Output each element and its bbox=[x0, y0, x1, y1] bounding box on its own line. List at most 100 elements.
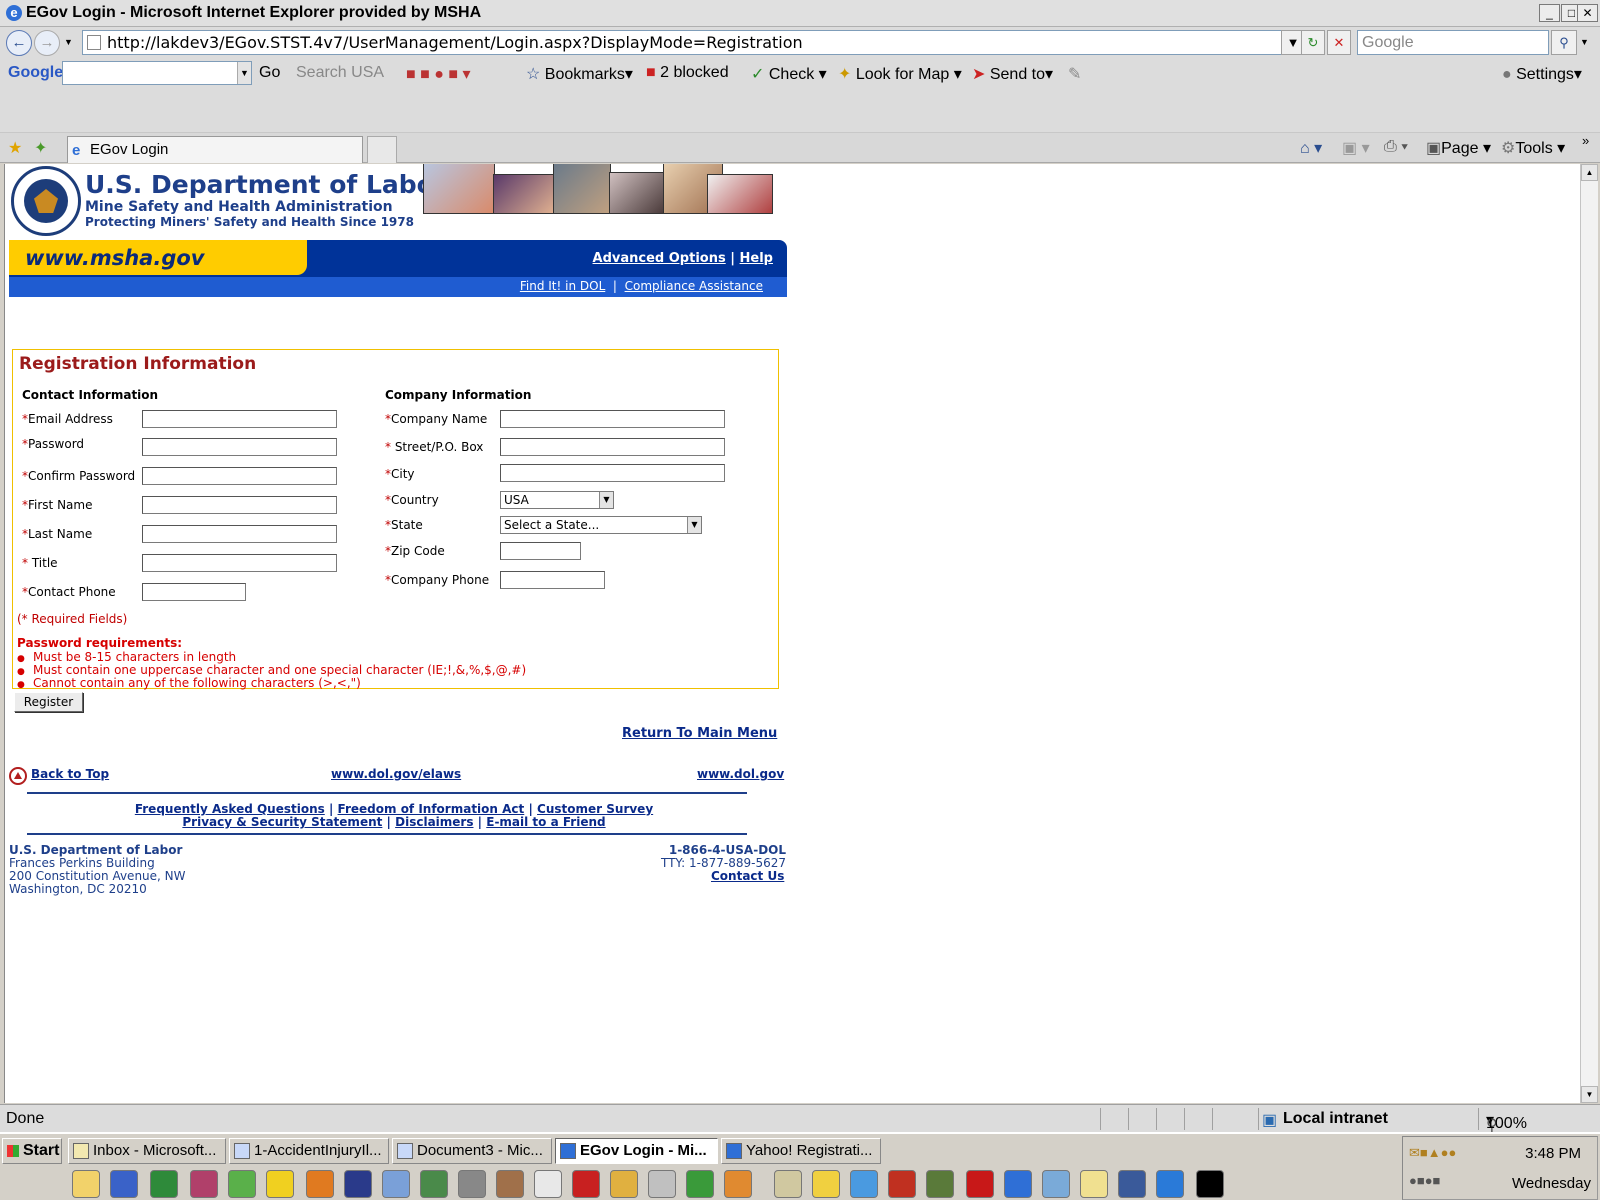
toolbar-icons[interactable]: ■ ■ ● ■ ▾ bbox=[406, 64, 470, 84]
address-input[interactable]: http://lakdev3/EGov.STST.4v7/UserManagem… bbox=[82, 30, 1296, 55]
chevron-down-icon[interactable]: ▼ bbox=[599, 492, 613, 508]
quicklaunch-acrobat-icon[interactable] bbox=[966, 1170, 994, 1198]
faq-link[interactable]: Frequently Asked Questions bbox=[135, 802, 325, 816]
print-icon[interactable]: ⎙ ▾ bbox=[1384, 138, 1408, 156]
look-for-map-button[interactable]: ✦ Look for Map ▾ bbox=[838, 64, 962, 84]
contact-phone-field[interactable] bbox=[142, 583, 246, 601]
scroll-up-button[interactable]: ▲ bbox=[1581, 164, 1598, 181]
quicklaunch-powerpoint-icon[interactable] bbox=[190, 1170, 218, 1198]
search-icon[interactable]: ⚲ bbox=[1551, 30, 1577, 55]
last-name-field[interactable] bbox=[142, 525, 337, 543]
quicklaunch-cartoon-icon[interactable] bbox=[686, 1170, 714, 1198]
back-to-top-link[interactable]: Back to Top bbox=[31, 767, 109, 781]
quicklaunch-word-icon[interactable] bbox=[110, 1170, 138, 1198]
city-field[interactable] bbox=[500, 464, 725, 482]
tools-menu-button[interactable]: ⚙Tools ▾ bbox=[1501, 138, 1565, 158]
popup-blocker-button[interactable]: ■ 2 blocked bbox=[646, 64, 729, 82]
quicklaunch-app-icon[interactable] bbox=[812, 1170, 840, 1198]
chevron-down-icon[interactable]: ▼ bbox=[687, 517, 701, 533]
task-document3[interactable]: Document3 - Mic... bbox=[392, 1138, 552, 1164]
company-phone-field[interactable] bbox=[500, 571, 605, 589]
quicklaunch-cartoon-icon[interactable] bbox=[266, 1170, 294, 1198]
favorites-star-icon[interactable]: ★ bbox=[8, 138, 22, 158]
start-button[interactable]: Start bbox=[2, 1138, 62, 1164]
country-select[interactable]: USA ▼ bbox=[500, 491, 614, 509]
new-tab-button[interactable] bbox=[367, 136, 397, 163]
privacy-link[interactable]: Privacy & Security Statement bbox=[182, 815, 382, 829]
quicklaunch-cartoon-icon[interactable] bbox=[496, 1170, 524, 1198]
quicklaunch-cartoon-icon[interactable] bbox=[420, 1170, 448, 1198]
quicklaunch-cmd-icon[interactable] bbox=[1196, 1170, 1224, 1198]
quicklaunch-cartoon-icon[interactable] bbox=[888, 1170, 916, 1198]
bookmarks-button[interactable]: ☆ Bookmarks▾ bbox=[526, 64, 633, 84]
go-button[interactable]: Go bbox=[259, 64, 280, 82]
highlight-icon[interactable]: ✎ bbox=[1068, 64, 1081, 84]
first-name-field[interactable] bbox=[142, 496, 337, 514]
feeds-icon[interactable]: ▣ ▾ bbox=[1342, 138, 1370, 158]
quicklaunch-outlook-icon[interactable] bbox=[72, 1170, 100, 1198]
elaws-link[interactable]: www.dol.gov/elaws bbox=[331, 767, 461, 781]
tray-icons[interactable]: ●■●■ bbox=[1409, 1173, 1440, 1188]
email-field[interactable] bbox=[142, 410, 337, 428]
quicklaunch-excel-icon[interactable] bbox=[150, 1170, 178, 1198]
disclaimers-link[interactable]: Disclaimers bbox=[395, 815, 473, 829]
chevron-right-icon[interactable]: » bbox=[1582, 133, 1589, 148]
email-friend-link[interactable]: E-mail to a Friend bbox=[486, 815, 605, 829]
page-menu-button[interactable]: ▣Page ▾ bbox=[1426, 138, 1491, 158]
confirm-password-field[interactable] bbox=[142, 467, 337, 485]
search-input[interactable]: Google bbox=[1357, 30, 1549, 55]
quicklaunch-app-icon[interactable] bbox=[1156, 1170, 1184, 1198]
title-field[interactable] bbox=[142, 554, 337, 572]
task-accident-doc[interactable]: 1-AccidentInjuryIl... bbox=[229, 1138, 389, 1164]
password-field[interactable] bbox=[142, 438, 337, 456]
back-to-top-icon[interactable] bbox=[9, 767, 27, 785]
google-search-input[interactable]: ▼ bbox=[62, 61, 252, 85]
clock-time[interactable]: 3:48 PM bbox=[1525, 1145, 1581, 1162]
quicklaunch-seal-icon[interactable] bbox=[344, 1170, 372, 1198]
quicklaunch-app-icon[interactable] bbox=[458, 1170, 486, 1198]
compliance-assistance-link[interactable]: Compliance Assistance bbox=[625, 279, 763, 293]
quicklaunch-cartoon-icon[interactable] bbox=[724, 1170, 752, 1198]
stop-button[interactable]: ✕ bbox=[1327, 30, 1351, 55]
vertical-scrollbar[interactable]: ▲ ▼ bbox=[1580, 164, 1598, 1103]
quicklaunch-cartoon-icon[interactable] bbox=[306, 1170, 334, 1198]
quicklaunch-notepad-icon[interactable] bbox=[1042, 1170, 1070, 1198]
quicklaunch-cartoon-icon[interactable] bbox=[572, 1170, 600, 1198]
close-button[interactable]: ✕ bbox=[1577, 4, 1598, 22]
quicklaunch-search-icon[interactable] bbox=[774, 1170, 802, 1198]
recent-pages-dropdown[interactable]: ▼ bbox=[64, 37, 73, 47]
street-field[interactable] bbox=[500, 438, 725, 456]
quicklaunch-cartoon-icon[interactable] bbox=[610, 1170, 638, 1198]
quicklaunch-cartoon-icon[interactable] bbox=[534, 1170, 562, 1198]
home-icon[interactable]: ⌂ ▾ bbox=[1300, 138, 1322, 158]
zoom-level[interactable]: ⚲ 100% ▾ bbox=[1486, 1110, 1527, 1134]
find-it-in-dol-link[interactable]: Find It! in DOL bbox=[520, 279, 605, 293]
quicklaunch-cartoon-icon[interactable] bbox=[382, 1170, 410, 1198]
quicklaunch-app-icon[interactable] bbox=[228, 1170, 256, 1198]
return-to-main-menu-link[interactable]: Return To Main Menu bbox=[622, 726, 777, 741]
tab-egov-login[interactable]: e EGov Login bbox=[67, 136, 363, 163]
forward-button[interactable]: → bbox=[34, 30, 60, 56]
search-options-dropdown[interactable]: ▼ bbox=[1580, 37, 1589, 47]
refresh-button[interactable]: ↻ bbox=[1301, 30, 1325, 55]
register-button[interactable]: Register bbox=[14, 692, 83, 712]
dol-gov-link[interactable]: www.dol.gov bbox=[697, 767, 784, 781]
search-usa-button[interactable]: Search USA bbox=[296, 64, 384, 82]
contact-us-link[interactable]: Contact Us bbox=[711, 869, 784, 883]
msha-gov-banner[interactable]: www.msha.gov bbox=[9, 240, 307, 275]
quicklaunch-folder-search-icon[interactable] bbox=[1080, 1170, 1108, 1198]
task-egov-login[interactable]: EGov Login - Mi... bbox=[555, 1138, 718, 1164]
foia-link[interactable]: Freedom of Information Act bbox=[338, 802, 525, 816]
spellcheck-button[interactable]: ✓ Check ▾ bbox=[751, 64, 827, 84]
send-to-button[interactable]: ➤ Send to▾ bbox=[972, 64, 1053, 84]
help-link[interactable]: Help bbox=[740, 251, 773, 266]
tray-icons[interactable]: ✉■▲●● bbox=[1409, 1145, 1456, 1161]
company-name-field[interactable] bbox=[500, 410, 725, 428]
zip-code-field[interactable] bbox=[500, 542, 581, 560]
state-select[interactable]: Select a State... ▼ bbox=[500, 516, 702, 534]
advanced-options-link[interactable]: Advanced Options bbox=[593, 251, 726, 266]
quicklaunch-globe-icon[interactable] bbox=[850, 1170, 878, 1198]
task-yahoo-registration[interactable]: Yahoo! Registrati... bbox=[721, 1138, 881, 1164]
quicklaunch-ie-icon[interactable] bbox=[1004, 1170, 1032, 1198]
task-inbox[interactable]: Inbox - Microsoft... bbox=[68, 1138, 226, 1164]
